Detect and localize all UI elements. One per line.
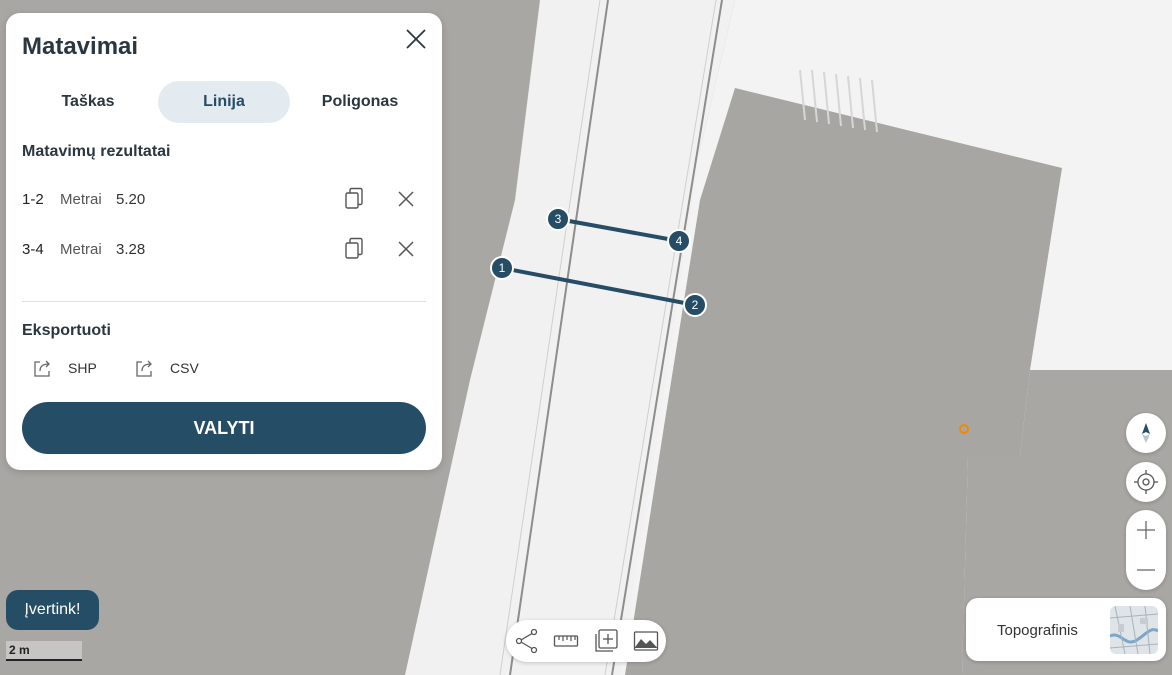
- zoom-out-icon: [1137, 569, 1155, 571]
- map-point-3[interactable]: 3: [546, 207, 570, 231]
- results-title: Matavimų rezultatai: [22, 143, 171, 160]
- measurement-type-tabs: Taškas Linija Poligonas: [22, 81, 418, 123]
- result-value: 5.20: [116, 191, 146, 208]
- tab-point[interactable]: Taškas: [22, 81, 154, 123]
- panel-title: Matavimai: [22, 33, 139, 60]
- close-icon: [398, 241, 414, 257]
- svg-text:2: 2: [692, 298, 699, 312]
- scale-bar: 2 m: [6, 641, 82, 661]
- copy-button[interactable]: [344, 237, 366, 261]
- tab-line[interactable]: Linija: [158, 81, 290, 123]
- clear-button[interactable]: VALYTI: [22, 402, 426, 454]
- result-segment: 1-2: [22, 191, 44, 208]
- add-layer-button[interactable]: [593, 628, 619, 654]
- result-unit: Metrai: [60, 191, 102, 208]
- basemap-switcher[interactable]: Topografinis: [966, 598, 1166, 661]
- close-icon: [398, 191, 414, 207]
- export-icon: [136, 360, 152, 377]
- basemap-thumbnail: [1110, 606, 1158, 654]
- measure-button[interactable]: [553, 628, 579, 654]
- terrain-button[interactable]: [633, 628, 659, 654]
- share-icon: [515, 628, 538, 654]
- basemap-label: Topografinis: [997, 622, 1078, 639]
- map-point-4[interactable]: 4: [667, 229, 691, 253]
- divider: [22, 301, 426, 302]
- locate-button[interactable]: [1126, 462, 1166, 502]
- locate-icon: [1134, 470, 1158, 494]
- export-label: CSV: [170, 360, 199, 376]
- export-csv-button[interactable]: CSV: [134, 357, 214, 379]
- result-segment: 3-4: [22, 241, 44, 258]
- copy-icon: [345, 187, 363, 209]
- measurement-panel: Matavimai Taškas Linija Poligonas Matavi…: [6, 13, 442, 470]
- zoom-in-button[interactable]: [1126, 510, 1166, 550]
- delete-button[interactable]: [396, 189, 416, 209]
- scale-label: 2 m: [9, 643, 30, 657]
- delete-button[interactable]: [396, 239, 416, 259]
- export-label: SHP: [68, 360, 97, 376]
- copy-button[interactable]: [344, 187, 366, 211]
- close-button[interactable]: [404, 27, 428, 51]
- copy-icon: [345, 237, 363, 259]
- tab-polygon[interactable]: Poligonas: [294, 81, 426, 123]
- export-icon: [34, 360, 50, 377]
- result-unit: Metrai: [60, 241, 102, 258]
- svg-text:1: 1: [499, 261, 506, 275]
- feedback-button[interactable]: Įvertink!: [6, 590, 99, 630]
- svg-text:3: 3: [555, 212, 562, 226]
- map-toolbar: [506, 620, 666, 662]
- export-title: Eksportuoti: [22, 322, 111, 339]
- export-shp-button[interactable]: SHP: [32, 357, 112, 379]
- result-row: 3-4 Metrai 3.28: [22, 235, 422, 265]
- result-value: 3.28: [116, 241, 146, 258]
- close-icon: [406, 29, 426, 49]
- map-point-2[interactable]: 2: [683, 293, 707, 317]
- share-button[interactable]: [514, 628, 540, 654]
- compass-button[interactable]: [1126, 413, 1166, 453]
- svg-text:4: 4: [676, 234, 683, 248]
- zoom-controls: [1126, 510, 1166, 590]
- zoom-in-icon: [1137, 521, 1155, 539]
- zoom-out-button[interactable]: [1126, 550, 1166, 590]
- ruler-icon: [553, 635, 579, 647]
- compass-icon: [1142, 423, 1150, 443]
- add-layer-icon: [595, 629, 618, 652]
- result-row: 1-2 Metrai 5.20: [22, 185, 422, 215]
- map-point-1[interactable]: 1: [490, 256, 514, 280]
- terrain-icon: [633, 631, 659, 651]
